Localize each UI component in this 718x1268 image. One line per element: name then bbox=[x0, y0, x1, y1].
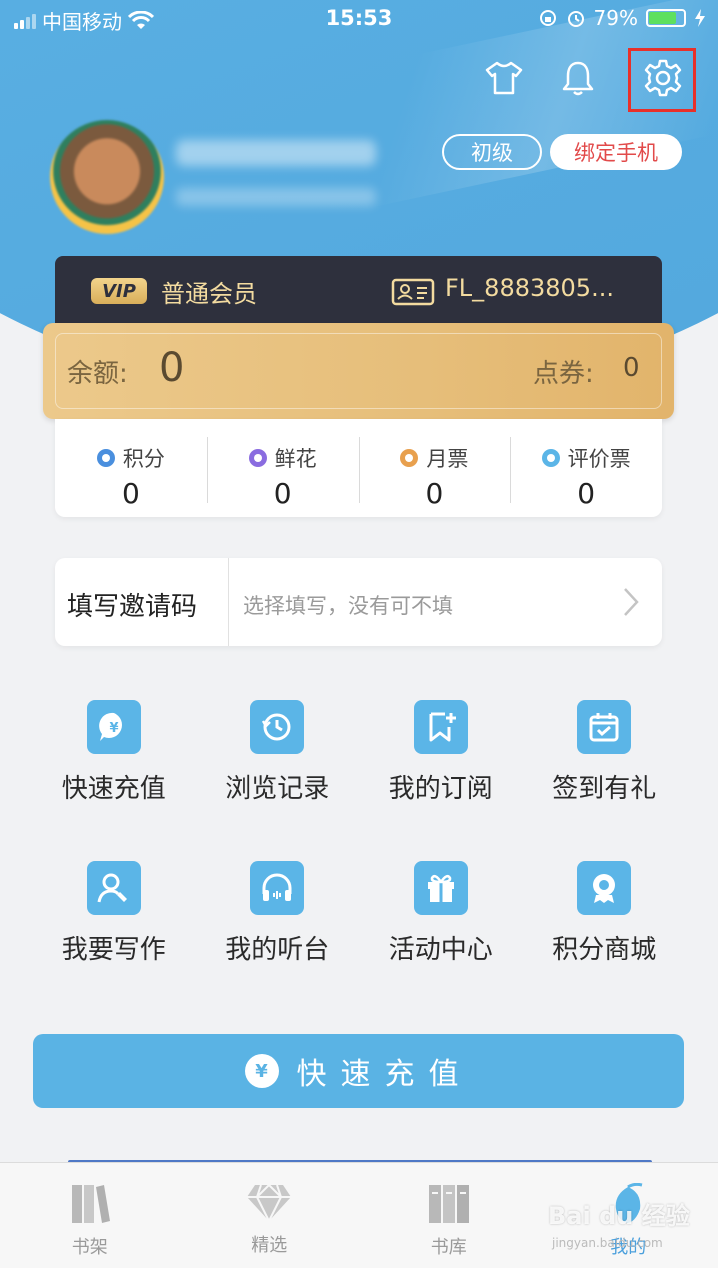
user-level-badge[interactable]: 初级 bbox=[442, 134, 542, 170]
grid-label: 签到有礼 bbox=[552, 774, 657, 804]
invite-code-row[interactable]: 填写邀请码 选择填写，没有可不填 bbox=[55, 558, 662, 646]
stat-value: 0 bbox=[121, 477, 140, 510]
chevron-right-icon bbox=[624, 588, 639, 616]
stat-monthly-ticket[interactable]: 月票 0 bbox=[358, 419, 511, 517]
stat-value: 0 bbox=[273, 477, 292, 510]
grid-item-writing[interactable]: 我要写作 bbox=[32, 861, 196, 966]
grid-label: 快速充值 bbox=[61, 774, 166, 804]
alarm-icon bbox=[567, 11, 584, 27]
stat-flowers[interactable]: 鲜花 0 bbox=[206, 419, 359, 517]
stats-panel: 积分 0 鲜花 0 月票 0 评价票 0 bbox=[55, 419, 662, 517]
bell-icon bbox=[562, 61, 594, 96]
watermark-logo: Bai du 经验 bbox=[548, 1202, 690, 1230]
ticket-icon bbox=[400, 449, 419, 467]
stat-review-ticket[interactable]: 评价票 0 bbox=[510, 419, 662, 517]
tab-featured[interactable]: 精选 bbox=[180, 1163, 360, 1268]
tab-label: 书库 bbox=[430, 1237, 467, 1258]
mall-icon bbox=[577, 861, 632, 915]
stat-label: 月票 bbox=[426, 447, 469, 471]
bind-phone-button[interactable]: 绑定手机 bbox=[550, 134, 682, 170]
vip-bar[interactable]: VIP 普通会员 FL_8883805... bbox=[55, 256, 662, 328]
theme-button[interactable] bbox=[482, 56, 526, 100]
subscribe-icon bbox=[413, 700, 468, 754]
balance-card[interactable]: 余额: 0 点券: 0 bbox=[43, 323, 674, 419]
battery-percent: 79% bbox=[593, 6, 638, 30]
svg-text:¥: ¥ bbox=[109, 721, 118, 736]
history-icon bbox=[250, 700, 305, 754]
shirt-icon bbox=[485, 61, 523, 95]
quick-recharge-label: 快速充值 bbox=[296, 1057, 473, 1092]
tab-library[interactable]: 书库 bbox=[359, 1163, 539, 1268]
grid-item-history[interactable]: 浏览记录 bbox=[196, 700, 360, 805]
username-blurred bbox=[176, 140, 376, 166]
vip-badge: VIP bbox=[91, 278, 147, 304]
grid-label: 活动中心 bbox=[388, 935, 493, 965]
feature-grid: ¥ 快速充值 浏览记录 我的订阅 签到有礼 我要写作 我的听台 活动中心 积分商… bbox=[32, 700, 686, 966]
grid-item-subscribe[interactable]: 我的订阅 bbox=[359, 700, 523, 805]
tab-label: 精选 bbox=[251, 1235, 288, 1256]
calendar-icon bbox=[577, 700, 632, 754]
headphones-icon bbox=[250, 861, 305, 915]
grid-label: 我的听台 bbox=[225, 935, 330, 965]
grid-label: 积分商城 bbox=[552, 935, 657, 965]
quick-recharge-button[interactable]: ¥ 快速充值 bbox=[33, 1034, 684, 1108]
avatar[interactable] bbox=[50, 120, 164, 234]
grid-item-checkin[interactable]: 签到有礼 bbox=[523, 700, 687, 805]
user-id: FL_8883805... bbox=[445, 274, 614, 302]
stat-label: 鲜花 bbox=[274, 447, 317, 471]
id-card-icon bbox=[391, 278, 435, 306]
charging-icon bbox=[695, 9, 705, 27]
grid-item-mall[interactable]: 积分商城 bbox=[523, 861, 687, 966]
grid-label: 我的订阅 bbox=[388, 774, 493, 804]
gift-icon bbox=[413, 861, 468, 915]
tab-label: 书架 bbox=[71, 1237, 108, 1258]
diamond-icon bbox=[247, 1183, 292, 1223]
balance-label: 余额: bbox=[67, 359, 128, 389]
grid-label: 我要写作 bbox=[61, 935, 166, 965]
writer-icon bbox=[86, 861, 141, 915]
grid-item-activity[interactable]: 活动中心 bbox=[359, 861, 523, 966]
grid-item-recharge[interactable]: ¥ 快速充值 bbox=[32, 700, 196, 805]
stat-label: 评价票 bbox=[567, 447, 631, 471]
user-subtitle-blurred bbox=[176, 188, 376, 206]
coin-icon: ¥ bbox=[244, 1054, 279, 1088]
watermark-url: jingyan.baidu.com bbox=[552, 1236, 663, 1250]
coupon-label: 点券: bbox=[533, 359, 594, 389]
stat-points[interactable]: 积分 0 bbox=[55, 419, 207, 517]
balance-value: 0 bbox=[159, 345, 185, 391]
grid-label: 浏览记录 bbox=[225, 774, 330, 804]
review-icon bbox=[541, 449, 560, 467]
invite-code-input[interactable]: 选择填写，没有可不填 bbox=[243, 590, 453, 620]
rotation-lock-icon bbox=[539, 10, 556, 26]
coupon-value: 0 bbox=[623, 353, 640, 383]
stat-value: 0 bbox=[425, 477, 444, 510]
recharge-icon: ¥ bbox=[86, 700, 141, 754]
settings-highlight-box bbox=[628, 48, 696, 112]
bookshelf-icon bbox=[71, 1185, 110, 1223]
stat-value: 0 bbox=[577, 477, 596, 510]
stat-label: 积分 bbox=[122, 447, 165, 471]
status-bar: 中国移动 15:53 79% bbox=[0, 0, 718, 38]
battery-icon bbox=[646, 9, 686, 27]
notification-button[interactable] bbox=[556, 56, 600, 100]
invite-code-title: 填写邀请码 bbox=[67, 592, 198, 622]
flower-icon bbox=[248, 449, 267, 467]
vip-level: 普通会员 bbox=[161, 280, 257, 308]
library-icon bbox=[428, 1185, 469, 1223]
points-icon bbox=[96, 449, 115, 467]
grid-item-audio[interactable]: 我的听台 bbox=[196, 861, 360, 966]
tab-bookshelf[interactable]: 书架 bbox=[0, 1163, 180, 1268]
